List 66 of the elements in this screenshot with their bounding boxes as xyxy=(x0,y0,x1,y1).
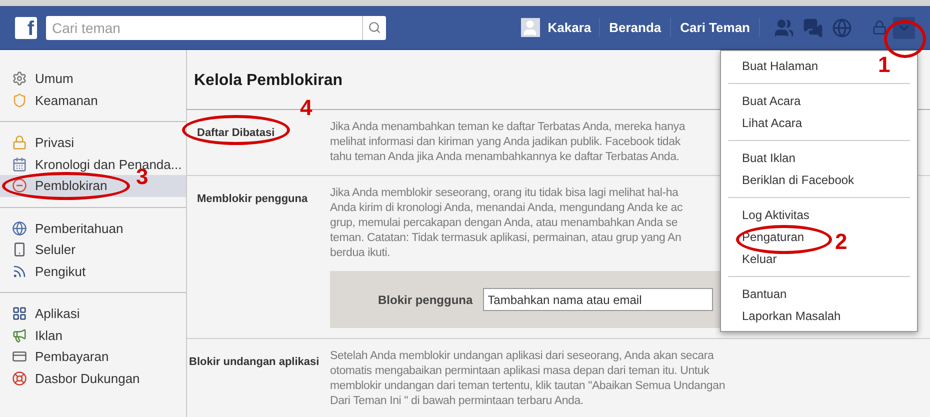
description-line: Dari Teman Ini " di bawah permintaan terbaru Anda. xyxy=(330,394,584,409)
menu-item[interactable]: Pengaturan xyxy=(742,228,804,246)
sidebar-item[interactable]: Privasi xyxy=(0,132,186,154)
menu-item[interactable]: Buat Acara xyxy=(742,92,801,110)
description-line: melihat informasi dan kiriman yang Anda jadikan publik. Facebook tidak xyxy=(330,135,682,150)
sidebar-item[interactable]: Keamanan xyxy=(0,90,186,111)
lock-icon[interactable] xyxy=(872,20,887,35)
description-line: grup, memulai percakapan dengan Anda, atau menambahkan Anda se xyxy=(330,216,679,231)
description-line: memblokir undangan dari teman tertentu, klik tautan "Abaikan Semua Undangan xyxy=(330,379,726,394)
name-input[interactable]: Tambahkan nama atau email xyxy=(482,288,713,311)
menu-item[interactable]: Bantuan xyxy=(742,285,787,303)
menu-item[interactable]: Buat Iklan xyxy=(742,149,796,167)
globe-icon xyxy=(12,220,27,236)
sidebar-item[interactable]: Pengikut xyxy=(0,260,186,282)
no-entry-icon xyxy=(12,178,27,194)
menu-item[interactable]: Log Aktivitas xyxy=(742,206,810,224)
nav-link[interactable]: Beranda xyxy=(600,18,672,38)
description-line: berdua ikuti. xyxy=(330,246,392,261)
form-label: Blokir pengguna xyxy=(378,292,473,308)
calendar-icon xyxy=(12,156,27,172)
sidebar-item[interactable]: Pemberitahuan xyxy=(0,218,186,239)
description-line: teman. Catatan: Tidak termasuk aplikasi, permainan, atau grup yang An xyxy=(330,231,682,246)
friends-icon[interactable] xyxy=(774,18,794,38)
search-button[interactable] xyxy=(362,16,386,40)
sidebar-item[interactable]: Iklan xyxy=(0,324,186,346)
lock-icon xyxy=(12,135,27,150)
profile-link[interactable]: Kakara xyxy=(548,18,600,38)
section-label: Memblokir pengguna xyxy=(197,193,308,205)
description-line: Jika Anda menambahkan teman ke daftar Terbatas Anda, mereka hanya xyxy=(330,120,686,135)
sidebar-item[interactable]: Dasbor Dukungan xyxy=(0,368,186,389)
card-icon xyxy=(12,349,27,364)
annotation-number: 4 xyxy=(300,97,312,119)
annotation-number: 1 xyxy=(878,54,890,76)
globe-icon[interactable] xyxy=(832,18,852,38)
description-line: tahu teman Anda jika Anda menambahkannya ke daftar Terbatas Anda. xyxy=(330,150,680,165)
search-icon xyxy=(368,21,381,34)
description-line: Setelah Anda memblokir undangan aplikasi dari seseorang, Anda akan secara xyxy=(330,349,715,364)
menu-item[interactable]: Keluar xyxy=(742,250,777,268)
section-label: Blokir undangan aplikasi xyxy=(189,356,320,368)
sidebar-item[interactable]: Umum xyxy=(0,68,186,90)
sidebar-item[interactable]: Pembayaran xyxy=(0,346,186,368)
menu-item[interactable]: Buat Halaman xyxy=(742,57,818,75)
grid-icon xyxy=(12,306,27,322)
messages-icon[interactable] xyxy=(803,18,823,38)
gear-icon xyxy=(12,71,27,86)
phone-icon xyxy=(12,242,27,258)
menu-item[interactable]: Beriklan di Facebook xyxy=(742,171,854,189)
lifebuoy-icon xyxy=(12,370,27,386)
description-line: Anda kirim di kronologi Anda, menandai Anda, mengundang Anda ke ac xyxy=(330,201,684,216)
sidebar-item[interactable]: Seluler xyxy=(0,239,186,260)
annotation-ellipse xyxy=(884,20,926,58)
shield-icon xyxy=(12,92,27,108)
annotation-number: 2 xyxy=(835,231,848,253)
megaphone-icon xyxy=(12,328,27,343)
logo[interactable]: f xyxy=(15,16,37,38)
menu-item[interactable]: Laporkan Masalah xyxy=(742,307,841,325)
page-title: Kelola Pemblokiran xyxy=(194,70,342,90)
rss-icon xyxy=(12,264,27,279)
nav-link[interactable]: Cari Teman xyxy=(671,18,760,38)
search-field[interactable]: Cari teman xyxy=(46,16,362,40)
description-line: Jika Anda memblokir seseorang, orang itu tidak bisa lagi melihat hal-ha xyxy=(330,186,680,201)
description-line: otomatis mengabaikan permintaan aplikasi masa depan dari teman itu. Untuk xyxy=(330,364,710,379)
section-label: Daftar Dibatasi xyxy=(197,127,275,139)
menu-item[interactable]: Lihat Acara xyxy=(742,114,802,132)
avatar-icon xyxy=(520,18,540,37)
sidebar-item[interactable]: Aplikasi xyxy=(0,303,186,324)
